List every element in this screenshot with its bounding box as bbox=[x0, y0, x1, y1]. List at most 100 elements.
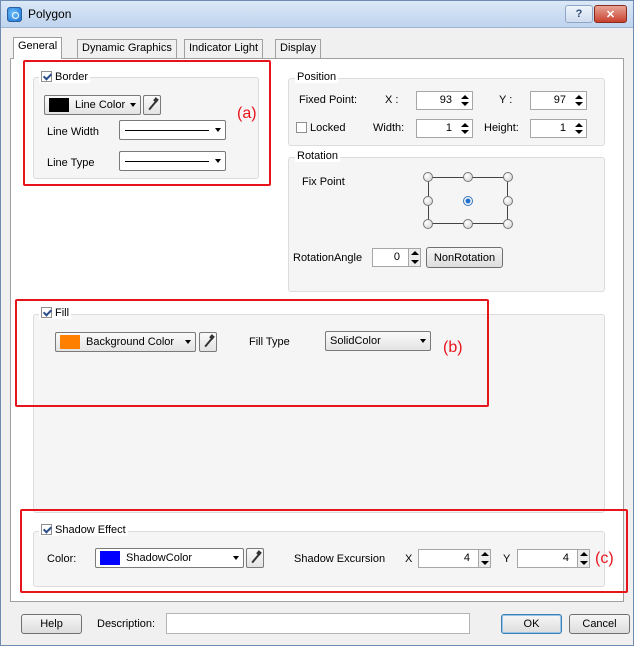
chevron-down-icon bbox=[130, 103, 136, 107]
description-label: Description: bbox=[97, 618, 156, 630]
spin-arrows-icon[interactable] bbox=[577, 550, 589, 567]
shadow-x-value: 4 bbox=[463, 552, 470, 564]
width-stepper[interactable]: 1 bbox=[416, 119, 473, 138]
title-bar[interactable]: Polygon ? ✕ bbox=[1, 1, 633, 28]
shadow-x-label: X bbox=[405, 553, 413, 565]
x-label: X : bbox=[385, 94, 399, 106]
eyedropper-icon[interactable] bbox=[199, 332, 217, 352]
shadow-color-swatch bbox=[100, 551, 120, 565]
background-color-swatch bbox=[60, 335, 80, 349]
line-width-sample bbox=[125, 130, 209, 131]
width-label: Width: bbox=[373, 122, 405, 134]
height-label: Height: bbox=[484, 122, 519, 134]
fix-point-label: Fix Point bbox=[302, 176, 345, 188]
non-rotation-button[interactable]: NonRotation bbox=[426, 247, 503, 268]
help-button[interactable]: Help bbox=[21, 614, 82, 634]
y-value: 97 bbox=[553, 94, 566, 106]
shadow-y-stepper[interactable]: 4 bbox=[517, 549, 590, 568]
line-color-swatch bbox=[49, 98, 69, 112]
fix-point-top-center[interactable] bbox=[463, 172, 473, 182]
chevron-down-icon bbox=[215, 159, 221, 163]
fix-point-center-selected[interactable] bbox=[463, 196, 473, 206]
fill-group-header[interactable]: Fill bbox=[39, 307, 72, 319]
fix-point-bottom-right[interactable] bbox=[503, 219, 513, 229]
background-color-label: Background Color bbox=[86, 336, 175, 348]
height-stepper[interactable]: 1 bbox=[530, 119, 587, 138]
shadow-title: Shadow Effect bbox=[55, 524, 126, 536]
locked-checkbox[interactable] bbox=[296, 122, 307, 133]
spin-arrows-icon[interactable] bbox=[575, 122, 583, 135]
line-color-combo[interactable]: Line Color bbox=[44, 95, 141, 115]
line-type-label: Line Type bbox=[47, 157, 95, 169]
fix-point-top-right[interactable] bbox=[503, 172, 513, 182]
tab-general[interactable]: General bbox=[13, 37, 63, 59]
fix-point-bottom-center[interactable] bbox=[463, 219, 473, 229]
fill-type-value: SolidColor bbox=[330, 335, 381, 347]
shadow-y-label: Y bbox=[503, 553, 511, 565]
rotation-angle-label: RotationAngle bbox=[293, 252, 363, 264]
border-checkbox[interactable] bbox=[41, 71, 52, 82]
spin-arrows-icon[interactable] bbox=[575, 94, 583, 107]
background-color-combo[interactable]: Background Color bbox=[55, 332, 196, 352]
border-group-header[interactable]: Border bbox=[39, 71, 91, 83]
shadow-excursion-label: Shadow Excursion bbox=[294, 553, 386, 565]
y-label: Y : bbox=[499, 94, 513, 106]
eyedropper-icon[interactable] bbox=[246, 548, 264, 568]
line-width-combo[interactable] bbox=[119, 120, 226, 140]
shadow-y-value: 4 bbox=[562, 552, 569, 564]
rotation-title: Rotation bbox=[295, 150, 340, 162]
line-type-combo[interactable] bbox=[119, 151, 226, 171]
ok-button[interactable]: OK bbox=[501, 614, 562, 634]
border-title: Border bbox=[55, 71, 89, 83]
shadow-color-combo[interactable]: ShadowColor bbox=[95, 548, 244, 568]
line-type-sample bbox=[125, 161, 209, 162]
chevron-down-icon bbox=[185, 340, 191, 344]
shadow-color-name: ShadowColor bbox=[126, 552, 193, 564]
spin-arrows-icon[interactable] bbox=[408, 249, 420, 266]
chevron-down-icon bbox=[233, 556, 239, 560]
close-button[interactable]: ✕ bbox=[594, 5, 627, 23]
chevron-down-icon bbox=[215, 128, 221, 132]
rotation-angle-value: 0 bbox=[393, 251, 400, 263]
tab-dynamic-graphics[interactable]: Dynamic Graphics bbox=[77, 39, 177, 58]
line-color-label: Line Color bbox=[75, 99, 126, 111]
app-icon bbox=[7, 7, 22, 22]
rotation-angle-stepper[interactable]: 0 bbox=[372, 248, 421, 267]
cancel-button[interactable]: Cancel bbox=[569, 614, 630, 634]
width-value: 1 bbox=[445, 122, 452, 134]
fill-title: Fill bbox=[55, 307, 70, 319]
polygon-dialog: Polygon ? ✕ General Dynamic Graphics Ind… bbox=[0, 0, 634, 646]
fill-checkbox[interactable] bbox=[41, 307, 52, 318]
fix-point-bottom-left[interactable] bbox=[423, 219, 433, 229]
height-value: 1 bbox=[559, 122, 566, 134]
chevron-down-icon bbox=[420, 339, 426, 343]
fill-type-label: Fill Type bbox=[249, 336, 290, 348]
tab-indicator-light[interactable]: Indicator Light bbox=[184, 39, 264, 58]
shadow-checkbox[interactable] bbox=[41, 524, 52, 535]
fill-type-combo[interactable]: SolidColor bbox=[325, 331, 431, 351]
fix-point-top-left[interactable] bbox=[423, 172, 433, 182]
y-stepper[interactable]: 97 bbox=[530, 91, 587, 110]
locked-row[interactable]: Locked bbox=[296, 122, 345, 134]
position-title: Position bbox=[295, 71, 339, 83]
description-field[interactable] bbox=[166, 613, 470, 634]
spin-arrows-icon[interactable] bbox=[461, 122, 469, 135]
annotation-label-c: (c) bbox=[595, 550, 614, 567]
fixed-point-label: Fixed Point: bbox=[299, 94, 358, 106]
help-title-button[interactable]: ? bbox=[565, 5, 593, 23]
annotation-label-a: (a) bbox=[237, 105, 257, 122]
line-width-label: Line Width bbox=[47, 126, 99, 138]
fix-point-middle-right[interactable] bbox=[503, 196, 513, 206]
eyedropper-icon[interactable] bbox=[143, 95, 161, 115]
annotation-label-b: (b) bbox=[443, 339, 463, 356]
x-stepper[interactable]: 93 bbox=[416, 91, 473, 110]
shadow-group-header[interactable]: Shadow Effect bbox=[39, 524, 128, 536]
spin-arrows-icon[interactable] bbox=[461, 94, 469, 107]
fix-point-middle-left[interactable] bbox=[423, 196, 433, 206]
window-title: Polygon bbox=[28, 7, 72, 21]
x-value: 93 bbox=[439, 94, 452, 106]
shadow-x-stepper[interactable]: 4 bbox=[418, 549, 491, 568]
locked-label: Locked bbox=[310, 122, 346, 134]
tab-display[interactable]: Display bbox=[275, 39, 322, 58]
spin-arrows-icon[interactable] bbox=[478, 550, 490, 567]
